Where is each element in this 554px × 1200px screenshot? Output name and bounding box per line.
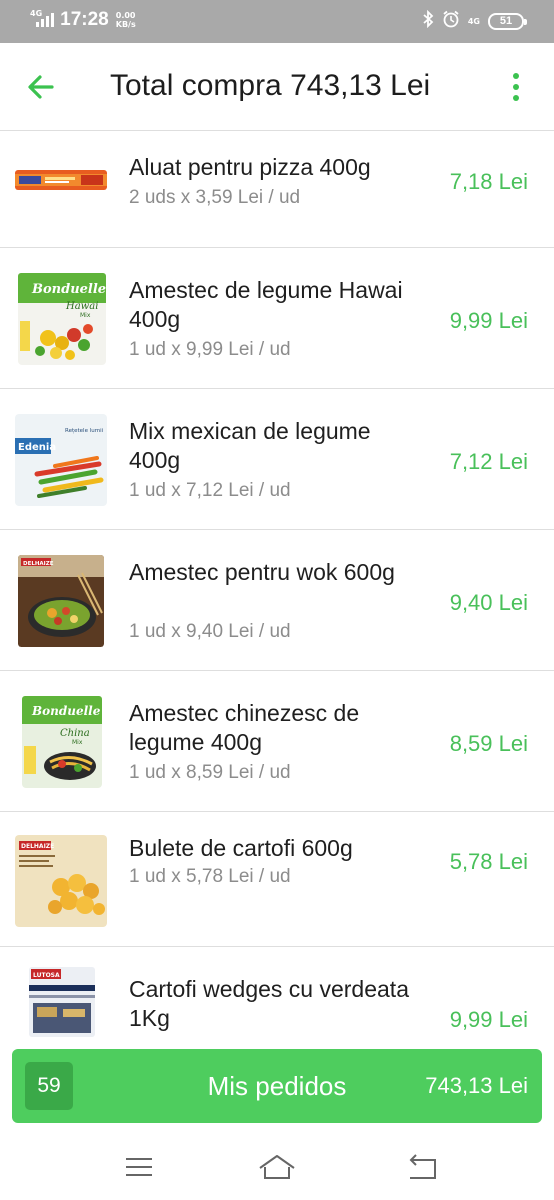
system-nav-bar <box>0 1135 554 1200</box>
clock: 17:28 <box>60 9 109 30</box>
product-quantity: 1 ud x 7,12 Lei / ud <box>129 480 291 501</box>
home-button[interactable] <box>257 1149 297 1185</box>
brand-text: DELHAIZE <box>23 561 54 567</box>
menu-icon <box>126 1158 152 1176</box>
list-item[interactable]: DELHAIZE Bulete de cartofi 600g 1 ud x 5… <box>0 812 554 947</box>
product-quantity: 2 uds x 3,59 Lei / ud <box>129 187 301 208</box>
home-icon <box>259 1155 295 1179</box>
bluetooth-icon <box>422 9 434 33</box>
list-item[interactable]: Bonduelle Hawai Mix Amestec de legume Ha… <box>0 248 554 389</box>
brand-text: LUTOSA <box>33 972 60 979</box>
brand-text: Bonduelle <box>31 704 101 718</box>
product-name: Bulete de cartofi 600g <box>129 835 353 861</box>
product-image-pizza-dough <box>15 168 107 192</box>
network-type: 4G <box>30 9 43 18</box>
product-price: 9,99 Lei <box>449 308 528 333</box>
product-price: 8,59 Lei <box>449 731 528 756</box>
more-options-button[interactable] <box>496 67 536 107</box>
product-name: Cartofi wedges cu verdeata 1Kg <box>129 976 409 1031</box>
product-price: 7,12 Lei <box>449 449 528 474</box>
product-quantity: 1 ud x 5,78 Lei / ud <box>129 866 291 887</box>
series-text: Rețetele lumii <box>65 428 104 434</box>
more-vert-icon-dot <box>513 95 519 101</box>
back-nav-button[interactable] <box>402 1149 442 1185</box>
arrow-left-icon <box>28 75 54 99</box>
variety-text: Hawai <box>65 301 98 312</box>
product-name: Amestec de legume Hawai 400g <box>129 277 403 332</box>
product-quantity: 1 ud x 9,40 Lei / ud <box>129 621 291 642</box>
back-icon <box>409 1154 436 1179</box>
variety-text: China <box>60 728 90 739</box>
my-orders-button[interactable]: 59 Mis pedidos 743,13 Lei <box>12 1049 542 1123</box>
product-image-delhaize-potato-balls: DELHAIZE <box>15 835 107 927</box>
variety-subtext: Mix <box>72 739 83 746</box>
order-total: 743,13 Lei <box>425 1073 528 1098</box>
variety-subtext: Mix <box>80 312 91 319</box>
product-image-delhaize-wok: DELHAIZE <box>18 555 104 647</box>
battery-icon: 51 <box>488 13 527 30</box>
product-name: Mix mexican de legume 400g <box>129 418 371 473</box>
product-image-bonduelle-china: Bonduelle China Mix <box>22 696 102 788</box>
more-vert-icon-dot <box>513 84 519 90</box>
page-title: Total compra 743,13 Lei <box>110 69 431 102</box>
network-speed: 0.00 KB/s <box>116 11 136 29</box>
list-item[interactable]: Edenia Rețetele lumii Mix mexican de leg… <box>0 389 554 530</box>
brand-text: Bonduelle <box>31 282 106 297</box>
product-name: Aluat pentru pizza 400g <box>129 154 371 180</box>
list-item[interactable]: DELHAIZE Amestec pentru wok 600g 1 ud x … <box>0 530 554 671</box>
alarm-icon <box>442 10 460 33</box>
more-vert-icon-dot <box>513 73 519 79</box>
order-items-list[interactable]: Aluat pentru pizza 400g 2 uds x 3,59 Lei… <box>0 131 554 1038</box>
list-item[interactable]: Aluat pentru pizza 400g 2 uds x 3,59 Lei… <box>0 131 554 248</box>
app-bar: Total compra 743,13 Lei <box>0 43 554 131</box>
brand-text: Edenia <box>18 442 56 453</box>
product-price: 7,18 Lei <box>449 169 528 194</box>
product-name: Amestec chinezesc de legume 400g <box>129 700 360 755</box>
product-image-edenia-mexican: Edenia Rețetele lumii <box>15 414 107 506</box>
brand-text: DELHAIZE <box>21 843 54 850</box>
list-item[interactable]: LUTOSA Cartofi wedges cu verdeata 1Kg 9,… <box>0 947 554 1038</box>
product-price: 9,99 Lei <box>449 1007 528 1032</box>
status-bar: 4G 17:28 0.00 KB/s 4G 51 <box>0 0 554 43</box>
network-type-right: 4G <box>467 16 480 26</box>
product-quantity: 1 ud x 8,59 Lei / ud <box>129 762 291 783</box>
speed-unit: KB/s <box>115 20 136 29</box>
speed-value: 0.00 <box>115 11 136 20</box>
product-name: Amestec pentru wok 600g <box>129 559 395 585</box>
list-item[interactable]: Bonduelle China Mix Amestec chinezesc de… <box>0 671 554 812</box>
product-price: 9,40 Lei <box>449 590 528 615</box>
product-quantity: 1 ud x 9,99 Lei / ud <box>129 339 291 360</box>
product-image-bonduelle-hawai: Bonduelle Hawai Mix <box>18 273 106 365</box>
back-button[interactable] <box>22 67 62 107</box>
product-price: 5,78 Lei <box>449 849 528 874</box>
product-image-lutosa-wedges: LUTOSA <box>29 967 95 1037</box>
recent-apps-button[interactable] <box>119 1149 159 1185</box>
